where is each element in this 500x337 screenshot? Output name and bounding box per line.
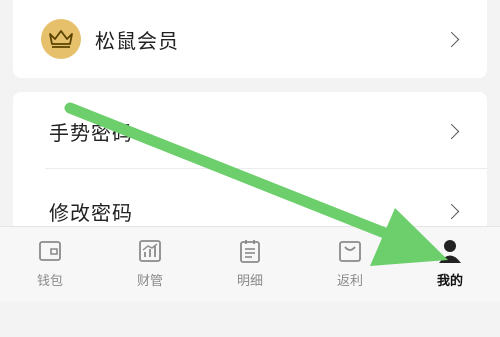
- clipboard-list-icon: [240, 240, 260, 263]
- gesture-password-row[interactable]: 手势密码: [13, 92, 487, 170]
- tab-label: 财管: [136, 274, 163, 289]
- chevron-right-icon: [443, 203, 460, 219]
- home-indicator-area: [0, 301, 500, 337]
- vip-row[interactable]: 松鼠会员: [13, 0, 487, 78]
- tab-details[interactable]: 明细: [200, 227, 300, 301]
- chevron-right-icon: [443, 123, 460, 139]
- vip-card: 松鼠会员: [13, 0, 487, 78]
- crown-icon: [41, 19, 81, 59]
- tab-label: 明细: [236, 274, 263, 289]
- tab-wallet[interactable]: 钱包: [0, 227, 100, 301]
- person-icon: [439, 240, 461, 263]
- shopping-bag-icon: [339, 241, 361, 262]
- tab-finance[interactable]: 财管: [100, 227, 200, 301]
- tab-label: 返利: [336, 274, 363, 289]
- tab-label: 我的: [436, 274, 463, 289]
- wallet-icon: [39, 241, 61, 261]
- chevron-right-icon: [443, 31, 460, 47]
- bar-chart-icon: [139, 240, 161, 262]
- security-settings-card: 手势密码 修改密码: [13, 92, 487, 232]
- change-password-label: 修改密码: [49, 200, 133, 225]
- tab-rebate[interactable]: 返利: [300, 227, 400, 301]
- gesture-password-label: 手势密码: [49, 120, 133, 145]
- tab-mine[interactable]: 我的: [400, 227, 500, 301]
- tab-label: 钱包: [36, 274, 63, 289]
- divider: [45, 168, 487, 169]
- vip-label: 松鼠会员: [95, 28, 179, 53]
- bottom-tab-bar: 钱包 财管 明细 返利 我的: [0, 226, 500, 301]
